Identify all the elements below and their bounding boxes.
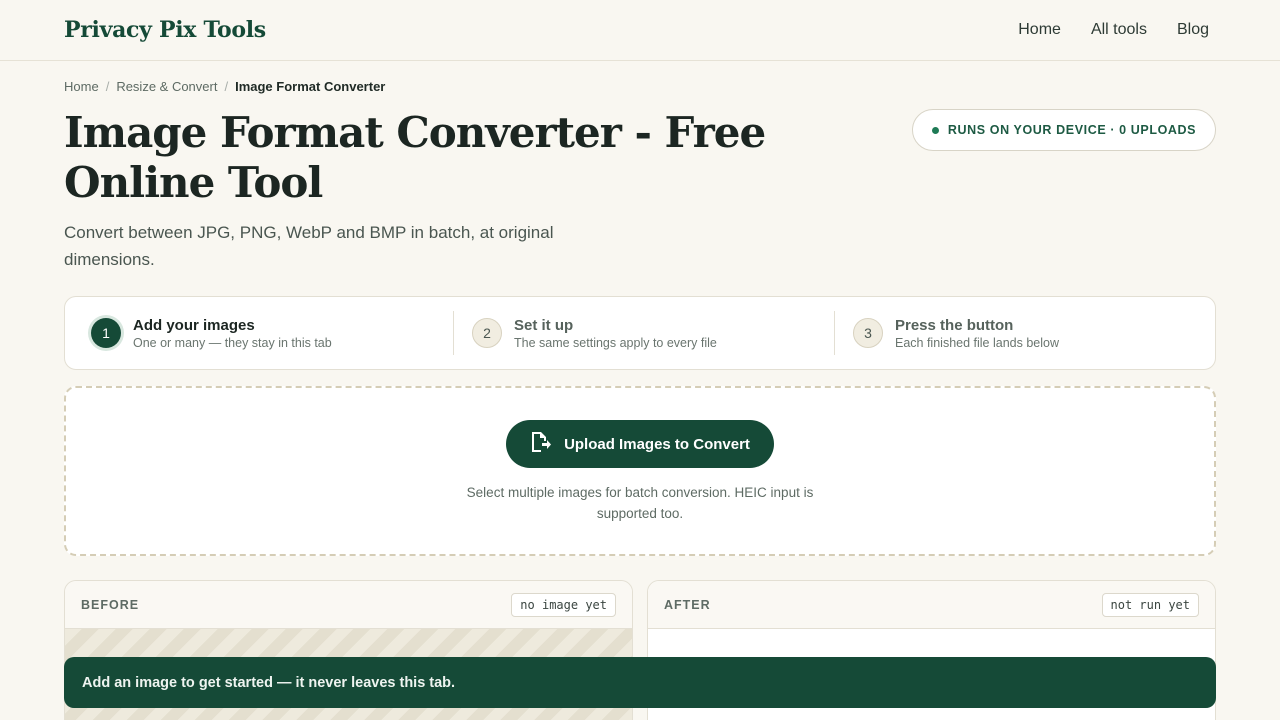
before-label: BEFORE [81, 597, 140, 612]
privacy-badge-label: RUNS ON YOUR DEVICE · 0 UPLOADS [947, 123, 1197, 137]
nav-home-link[interactable]: Home [1018, 21, 1061, 39]
breadcrumb-separator: / [224, 79, 229, 94]
page-title: Image Format Converter - Free Online Too… [64, 108, 766, 207]
main-nav: Home All tools Blog [1018, 21, 1209, 39]
step-set-up: 2 Set it up The same settings apply to e… [453, 311, 834, 355]
status-dot-icon [931, 126, 939, 134]
step-title: Press the button [895, 316, 1014, 334]
breadcrumb-current: Image Format Converter [235, 79, 386, 94]
before-status-chip: no image yet [511, 592, 616, 617]
privacy-badge: RUNS ON YOUR DEVICE · 0 UPLOADS [912, 109, 1216, 151]
steps-bar: 1 Add your images One or many — they sta… [64, 296, 1216, 370]
top-bar: Privacy Pix Tools Home All tools Blog [0, 0, 1280, 61]
breadcrumb-resize-convert[interactable]: Resize & Convert [116, 79, 217, 94]
toast-notification: Add an image to get started — it never l… [64, 657, 1216, 708]
step-number: 1 [91, 318, 121, 348]
after-label: AFTER [664, 597, 711, 612]
step-description: One or many — they stay in this tab [133, 335, 332, 350]
before-panel-header: BEFORE no image yet [65, 581, 632, 629]
file-upload-icon [528, 430, 552, 458]
nav-blog-link[interactable]: Blog [1177, 21, 1209, 39]
breadcrumb-separator: / [105, 79, 110, 94]
step-number: 3 [853, 318, 883, 348]
after-status-chip: not run yet [1101, 592, 1199, 617]
step-press-button: 3 Press the button Each finished file la… [834, 311, 1215, 355]
step-add-images: 1 Add your images One or many — they sta… [65, 311, 453, 355]
breadcrumb-home[interactable]: Home [64, 79, 99, 94]
step-title: Set it up [514, 316, 574, 334]
step-title: Add your images [133, 316, 255, 334]
step-description: The same settings apply to every file [514, 335, 717, 350]
upload-note: Select multiple images for batch convers… [466, 485, 814, 521]
page-subtitle: Convert between JPG, PNG, WebP and BMP i… [64, 223, 554, 269]
step-description: Each finished file lands below [895, 335, 1059, 350]
upload-button-label: Upload Images to Convert [564, 435, 750, 453]
after-panel-header: AFTER not run yet [648, 581, 1215, 629]
upload-images-button[interactable]: Upload Images to Convert [506, 420, 774, 468]
nav-all-tools-link[interactable]: All tools [1091, 21, 1147, 39]
breadcrumb: Home / Resize & Convert / Image Format C… [64, 79, 385, 94]
step-number: 2 [472, 318, 502, 348]
upload-dropzone[interactable]: Upload Images to Convert Select multiple… [64, 386, 1216, 556]
brand-logo[interactable]: Privacy Pix Tools [64, 17, 266, 43]
